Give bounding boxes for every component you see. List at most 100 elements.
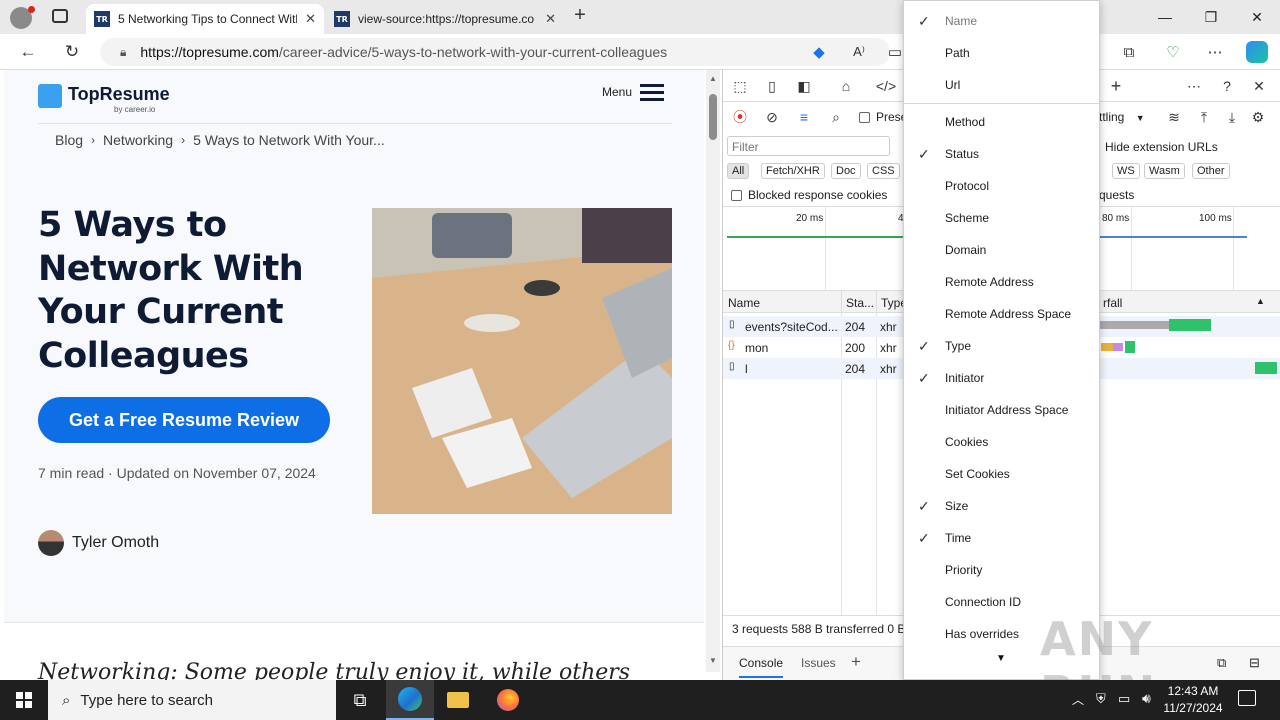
network-icon[interactable]: ▭	[1118, 691, 1130, 707]
close-icon[interactable]: ✕	[545, 11, 556, 27]
collections-icon[interactable]: ⧉	[1118, 42, 1140, 62]
system-clock[interactable]: 12:43 AM 11/27/2024	[1158, 683, 1228, 717]
blocked-cookies-checkbox[interactable]: Blocked response cookies	[731, 188, 887, 202]
device-emulation-icon[interactable]: ▯	[761, 75, 783, 97]
import-har-icon[interactable]: ⤒	[1193, 106, 1215, 128]
menu-item-domain[interactable]: Domain	[904, 234, 1099, 266]
more-options-icon[interactable]: ⋯	[1204, 42, 1226, 62]
chip-doc[interactable]: Doc	[831, 163, 861, 179]
menu-item-initiator-address-space[interactable]: Initiator Address Space	[904, 394, 1099, 426]
tab-console[interactable]: Console	[739, 656, 784, 678]
elements-code-icon[interactable]: </>	[875, 75, 897, 97]
help-icon[interactable]: ?	[1216, 75, 1238, 97]
col-waterfall[interactable]: rfall	[1103, 296, 1122, 310]
firefox-icon[interactable]	[484, 680, 532, 720]
tab-view-source[interactable]: TR view-source:https://topresume.co ✕	[326, 4, 564, 34]
tab-actions-icon[interactable]	[52, 9, 68, 23]
filter-icon[interactable]: ≡	[793, 106, 815, 128]
add-tool-icon[interactable]: +	[1105, 75, 1127, 97]
add-drawer-tab-icon[interactable]: +	[851, 652, 861, 672]
read-aloud-icon[interactable]: A⁾	[848, 42, 870, 62]
close-devtools-icon[interactable]: ✕	[1248, 75, 1270, 97]
menu-item-protocol[interactable]: Protocol	[904, 170, 1099, 202]
menu-item-remote-address-space[interactable]: Remote Address Space	[904, 298, 1099, 330]
gear-icon[interactable]: ⚙	[1247, 106, 1269, 128]
col-status[interactable]: Sta...	[846, 296, 874, 310]
minimize-button[interactable]: —	[1142, 0, 1188, 34]
chip-fetch-xhr[interactable]: Fetch/XHR	[761, 163, 825, 179]
chip-all[interactable]: All	[727, 163, 750, 179]
new-tab-button[interactable]: +	[568, 4, 592, 28]
topresume-logo-icon[interactable]	[38, 84, 62, 108]
menu-item-status[interactable]: ✓ Status	[904, 138, 1099, 170]
menu-item-time[interactable]: ✓ Time	[904, 522, 1099, 554]
copilot-icon[interactable]	[1246, 41, 1268, 63]
chip-ws[interactable]: WS	[1112, 163, 1140, 179]
task-view-icon[interactable]: ⧉	[336, 680, 384, 720]
refresh-icon[interactable]: ↻	[58, 40, 86, 64]
breadcrumb-networking[interactable]: Networking	[103, 132, 173, 148]
tab-issues[interactable]: Issues	[801, 656, 836, 670]
export-har-icon[interactable]: ⤓	[1221, 106, 1243, 128]
author-byline[interactable]: Tyler Omoth	[38, 530, 159, 556]
search-icon[interactable]: ⌕	[825, 106, 847, 128]
close-icon[interactable]: ✕	[305, 11, 316, 27]
edge-icon[interactable]	[386, 680, 434, 720]
more-tools-icon[interactable]: ⋯	[1183, 75, 1205, 97]
back-arrow-icon[interactable]: ←	[14, 40, 42, 64]
notification-center-icon[interactable]	[1238, 690, 1256, 706]
menu-scroll-down-icon[interactable]: ▼	[996, 653, 1006, 664]
menu-item-priority[interactable]: Priority	[904, 554, 1099, 586]
clear-icon[interactable]: ⊘	[761, 106, 783, 128]
filter-input[interactable]: Filter	[727, 136, 890, 156]
page-scrollbar[interactable]: ▲ ▼	[706, 70, 720, 672]
menu-item-scheme[interactable]: Scheme	[904, 202, 1099, 234]
welcome-home-icon[interactable]: ⌂	[835, 75, 857, 97]
chip-other[interactable]: Other	[1192, 163, 1230, 179]
checkmark-icon: ✓	[918, 146, 930, 162]
hide-extension-urls-label[interactable]: Hide extension URLs	[1105, 140, 1218, 154]
file-explorer-icon[interactable]	[434, 680, 482, 720]
menu-item-path[interactable]: Path	[904, 37, 1099, 69]
menu-item-method[interactable]: Method	[904, 106, 1099, 138]
restore-button[interactable]: ❐	[1188, 0, 1234, 34]
scroll-thumb[interactable]	[709, 94, 717, 140]
chip-css[interactable]: CSS	[867, 163, 900, 179]
window-close-button[interactable]: ✕	[1234, 0, 1280, 34]
menu-item-type[interactable]: ✓ Type	[904, 330, 1099, 362]
show-hidden-icons-icon[interactable]: ︿	[1072, 691, 1084, 708]
volume-icon[interactable]: 🔊︎	[1142, 690, 1151, 707]
menu-label[interactable]: Menu	[602, 85, 632, 99]
col-name[interactable]: Name	[728, 296, 760, 310]
scroll-up-icon[interactable]: ▲	[709, 74, 717, 83]
chip-wasm[interactable]: Wasm	[1144, 163, 1185, 179]
security-tray-icon[interactable]: ⛨	[1096, 691, 1106, 707]
shield-badge-icon[interactable]: ◆	[808, 42, 830, 62]
menu-item-url[interactable]: Url	[904, 69, 1099, 101]
menu-item-initiator[interactable]: ✓ Initiator	[904, 362, 1099, 394]
third-party-requests-label[interactable]: quests	[1099, 188, 1134, 202]
tab-topresume[interactable]: TR 5 Networking Tips to Connect With ✕	[86, 4, 324, 34]
record-icon[interactable]: ⦿	[729, 106, 751, 128]
taskbar-search-box[interactable]: ⌕ Type here to search	[48, 680, 336, 720]
dock-side-icon[interactable]: ◧	[793, 75, 815, 97]
preserve-log-checkbox[interactable]: Prese	[859, 110, 907, 124]
free-resume-review-button[interactable]: Get a Free Resume Review	[38, 397, 330, 443]
menu-item-remote-address[interactable]: Remote Address	[904, 266, 1099, 298]
menu-item-set-cookies[interactable]: Set Cookies	[904, 458, 1099, 490]
menu-item-cookies[interactable]: Cookies	[904, 426, 1099, 458]
clock-time: 12:43 AM	[1167, 684, 1219, 698]
menu-item-size[interactable]: ✓ Size	[904, 490, 1099, 522]
address-bar[interactable]: 🔒︎ https://topresume.com /career-advice/…	[100, 38, 890, 66]
browser-essentials-icon[interactable]: ♡	[1162, 42, 1184, 62]
windows-start-icon[interactable]	[0, 680, 48, 720]
breadcrumb-blog[interactable]: Blog	[55, 132, 83, 148]
scroll-down-icon[interactable]: ▼	[709, 656, 717, 665]
logo-name[interactable]: TopResume	[68, 84, 170, 105]
network-conditions-icon[interactable]: ≋	[1163, 106, 1185, 128]
throttling-select[interactable]: ttling ▼	[1099, 110, 1145, 124]
sort-up-icon[interactable]: ▲	[1256, 296, 1265, 306]
menu-separator	[904, 103, 1099, 104]
hamburger-icon[interactable]	[640, 84, 664, 101]
inspect-element-icon[interactable]: ⬚	[729, 75, 751, 97]
